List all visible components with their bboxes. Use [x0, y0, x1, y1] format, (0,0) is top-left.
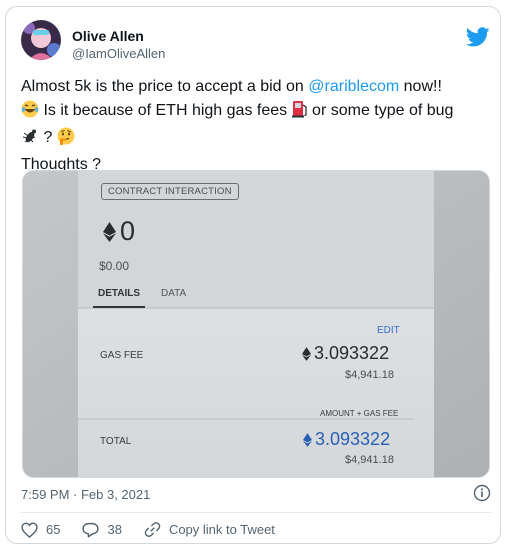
- divider: [21, 512, 491, 513]
- gas-fee-eth-row: 3.093322: [302, 343, 389, 364]
- total-eth: 3.093322: [315, 429, 391, 449]
- bug-emoji-icon: [21, 127, 39, 153]
- contract-interaction-badge: CONTRACT INTERACTION: [101, 183, 239, 200]
- tweet-line3-b: ?: [39, 129, 57, 146]
- tweet-card[interactable]: Olive Allen @IamOliveAllen Almost 5k is …: [5, 6, 501, 544]
- twitter-bird-icon[interactable]: [465, 25, 490, 49]
- reply-button[interactable]: 38: [82, 522, 122, 538]
- info-icon[interactable]: [473, 484, 491, 505]
- thinking-emoji-icon: [57, 127, 75, 153]
- heart-icon: [21, 522, 38, 538]
- copy-link-button[interactable]: Copy link to Tweet: [144, 521, 275, 538]
- tweet-line2-a: Is it because of ETH high gas fees: [39, 102, 288, 119]
- gas-fee-label: GAS FEE: [100, 350, 144, 361]
- author-name[interactable]: Olive Allen: [72, 28, 144, 44]
- total-caption: AMOUNT + GAS FEE: [320, 409, 399, 418]
- avatar[interactable]: [21, 20, 61, 60]
- tweet-text: Almost 5k is the price to accept a bid o…: [21, 75, 491, 177]
- copy-link-label: Copy link to Tweet: [168, 522, 275, 537]
- tab-data[interactable]: DATA: [161, 288, 186, 299]
- like-count: 65: [46, 522, 61, 537]
- edit-link[interactable]: EDIT: [377, 325, 400, 336]
- attached-photo[interactable]: CONTRACT INTERACTION 0 $0.00 DETAILS DAT…: [22, 170, 490, 478]
- eth-amount: 0: [120, 216, 136, 246]
- gas-fee-usd: $4,941.18: [345, 369, 394, 381]
- like-button[interactable]: 65: [21, 522, 60, 538]
- author-handle[interactable]: @IamOliveAllen: [72, 46, 165, 61]
- eth-diamond-icon: [303, 432, 312, 447]
- link-icon: [144, 522, 161, 537]
- reply-bubble-icon: [82, 522, 100, 537]
- tweet-line1-b: now!!: [399, 78, 442, 95]
- reply-count: 38: [107, 522, 122, 537]
- total-label: TOTAL: [100, 436, 132, 447]
- laughing-emoji-icon: [21, 100, 39, 126]
- usd-amount: $0.00: [99, 259, 130, 273]
- mention-link[interactable]: @rariblecom: [308, 78, 399, 95]
- action-bar: 65 38 Copy link to Tweet: [21, 521, 297, 538]
- eth-diamond-icon: [302, 346, 311, 361]
- total-usd: $4,941.18: [345, 454, 394, 466]
- total-eth-row: 3.093322: [303, 429, 390, 450]
- timestamp[interactable]: 7:59 PM · Feb 3, 2021: [21, 487, 150, 502]
- eth-amount-row: 0: [103, 216, 135, 247]
- eth-diamond-icon: [103, 221, 116, 242]
- tweet-line2-b: or some type of bug: [307, 102, 454, 119]
- gas-fee-eth: 3.093322: [314, 343, 390, 363]
- fuel-pump-emoji-icon: [291, 100, 308, 126]
- tweet-meta: 7:59 PM · Feb 3, 2021: [21, 484, 491, 505]
- tweet-line1-a: Almost 5k is the price to accept a bid o…: [21, 78, 309, 95]
- tab-details[interactable]: DETAILS: [93, 288, 145, 308]
